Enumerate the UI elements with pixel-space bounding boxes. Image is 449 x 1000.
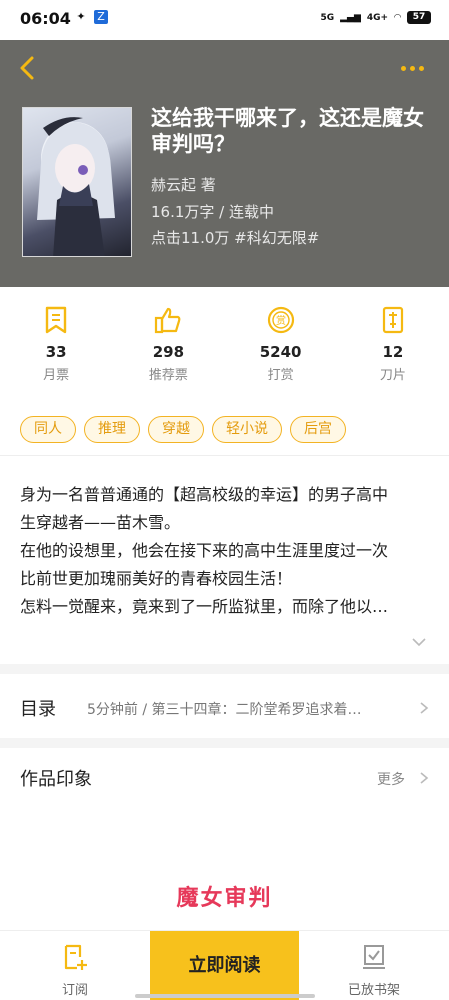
stat-recommend[interactable]: 298 推荐票 (112, 303, 224, 393)
book-header: 06:04 ✦ Z 5G ▂▄▆ 4G+ ◠ 57 这给我干哪来了，这还是魔女审… (0, 0, 449, 287)
impression-label: 作品印象 (20, 769, 92, 790)
stat-blade[interactable]: 12 刀片 (337, 303, 449, 393)
network2-label: 4G+ (366, 12, 389, 23)
read-now-label: 立即阅读 (188, 955, 261, 976)
cover-illustration (37, 117, 115, 256)
stat-value: 298 (152, 343, 185, 361)
bookshelf-button[interactable]: 已放书架 (299, 931, 449, 1000)
back-icon[interactable] (16, 54, 40, 82)
battery-icon: 57 (407, 11, 431, 24)
subscribe-icon (64, 944, 87, 970)
app-icon: Z (94, 10, 108, 24)
book-stats: 33 月票 298 推荐票 赏 5240 打赏 12 刀片 (0, 303, 449, 393)
stat-label: 推荐票 (148, 368, 188, 383)
table-of-contents-row[interactable]: 目录 5分钟前 / 第三十四章：二阶堂希罗追求着… (0, 680, 449, 736)
notification-icon: ✦ (76, 10, 86, 23)
intro-line: 比前世更加瑰丽美好的青春校园生活！ (20, 569, 293, 588)
thumbs-up-icon (155, 307, 181, 334)
svg-text:赏: 赏 (276, 315, 286, 327)
section-gap (0, 664, 449, 674)
bookshelf-check-icon (363, 945, 385, 969)
stat-monthly-ticket[interactable]: 33 月票 (0, 303, 112, 393)
expand-intro-icon[interactable] (410, 636, 428, 648)
book-detail-page: 06:04 ✦ Z 5G ▂▄▆ 4G+ ◠ 57 这给我干哪来了，这还是魔女审… (0, 0, 449, 1000)
stat-label: 打赏 (267, 368, 294, 383)
intro-line: 在他的设想里，他会在接下来的高中生涯里度过一次 (20, 541, 389, 560)
tag[interactable]: 穿越 (148, 416, 204, 443)
intro-line: 怎料一觉醒来，竟来到了一所监狱里，而除了他以… (20, 597, 389, 616)
toc-label: 目录 (20, 699, 56, 720)
tag[interactable]: 轻小说 (212, 416, 282, 443)
stat-value: 33 (45, 343, 67, 361)
book-cover[interactable] (22, 107, 132, 257)
intro-line: 身为一名普普通通的【超高校级的幸运】的男子高中 (20, 485, 389, 504)
more-link[interactable]: 更多 (377, 769, 405, 789)
bookshelf-label: 已放书架 (347, 983, 400, 998)
impression-row[interactable]: 作品印象 更多 (0, 750, 449, 806)
chevron-right-icon (420, 772, 429, 784)
stat-reward[interactable]: 赏 5240 打赏 (225, 303, 337, 393)
stat-label: 刀片 (379, 368, 406, 383)
status-time: 06:04 (20, 9, 71, 28)
book-title: 这给我干哪来了，这还是魔女审判吗？ (151, 106, 424, 156)
status-bar: 06:04 ✦ Z 5G ▂▄▆ 4G+ ◠ 57 (0, 0, 449, 40)
book-author[interactable]: 赫云起 著 (151, 174, 216, 195)
tag[interactable]: 推理 (84, 416, 140, 443)
book-word-count: 16.1万字 / 连载中 (151, 203, 274, 221)
bottom-action-bar: 订阅 立即阅读 已放书架 (0, 930, 449, 1000)
impression-text: 魔女审判 (176, 886, 273, 911)
tag[interactable]: 同人 (20, 416, 76, 443)
blade-icon (382, 306, 403, 334)
latest-chapter: 5分钟前 / 第三十四章：二阶堂希罗追求着… (87, 702, 362, 718)
signal-icon: ▂▄▆ (340, 12, 361, 23)
read-now-button[interactable]: 立即阅读 (150, 931, 299, 1000)
book-intro[interactable]: 身为一名普普通通的【超高校级的幸运】的男子高中 生穿越者——苗木雪。 在他的设想… (20, 481, 432, 621)
tag[interactable]: 后宫 (290, 416, 346, 443)
divider (0, 455, 449, 456)
subscribe-label: 订阅 (61, 983, 88, 998)
wifi-icon: ◠ (394, 12, 401, 23)
stat-label: 月票 (43, 368, 70, 383)
more-options-icon[interactable] (401, 62, 429, 74)
section-gap (0, 738, 449, 748)
stat-value: 12 (382, 343, 404, 361)
home-indicator (135, 994, 315, 998)
chevron-right-icon (420, 702, 429, 714)
book-clicks-category: 点击11.0万 #科幻无限# (151, 229, 320, 247)
intro-line: 生穿越者——苗木雪。 (20, 513, 181, 532)
stat-value: 5240 (259, 343, 302, 361)
monthly-ticket-icon (45, 306, 67, 334)
tag-list: 同人 推理 穿越 轻小说 后宫 (20, 416, 346, 443)
subscribe-button[interactable]: 订阅 (0, 931, 150, 1000)
network-label: 5G (320, 12, 335, 23)
reward-coin-icon: 赏 (267, 306, 294, 334)
